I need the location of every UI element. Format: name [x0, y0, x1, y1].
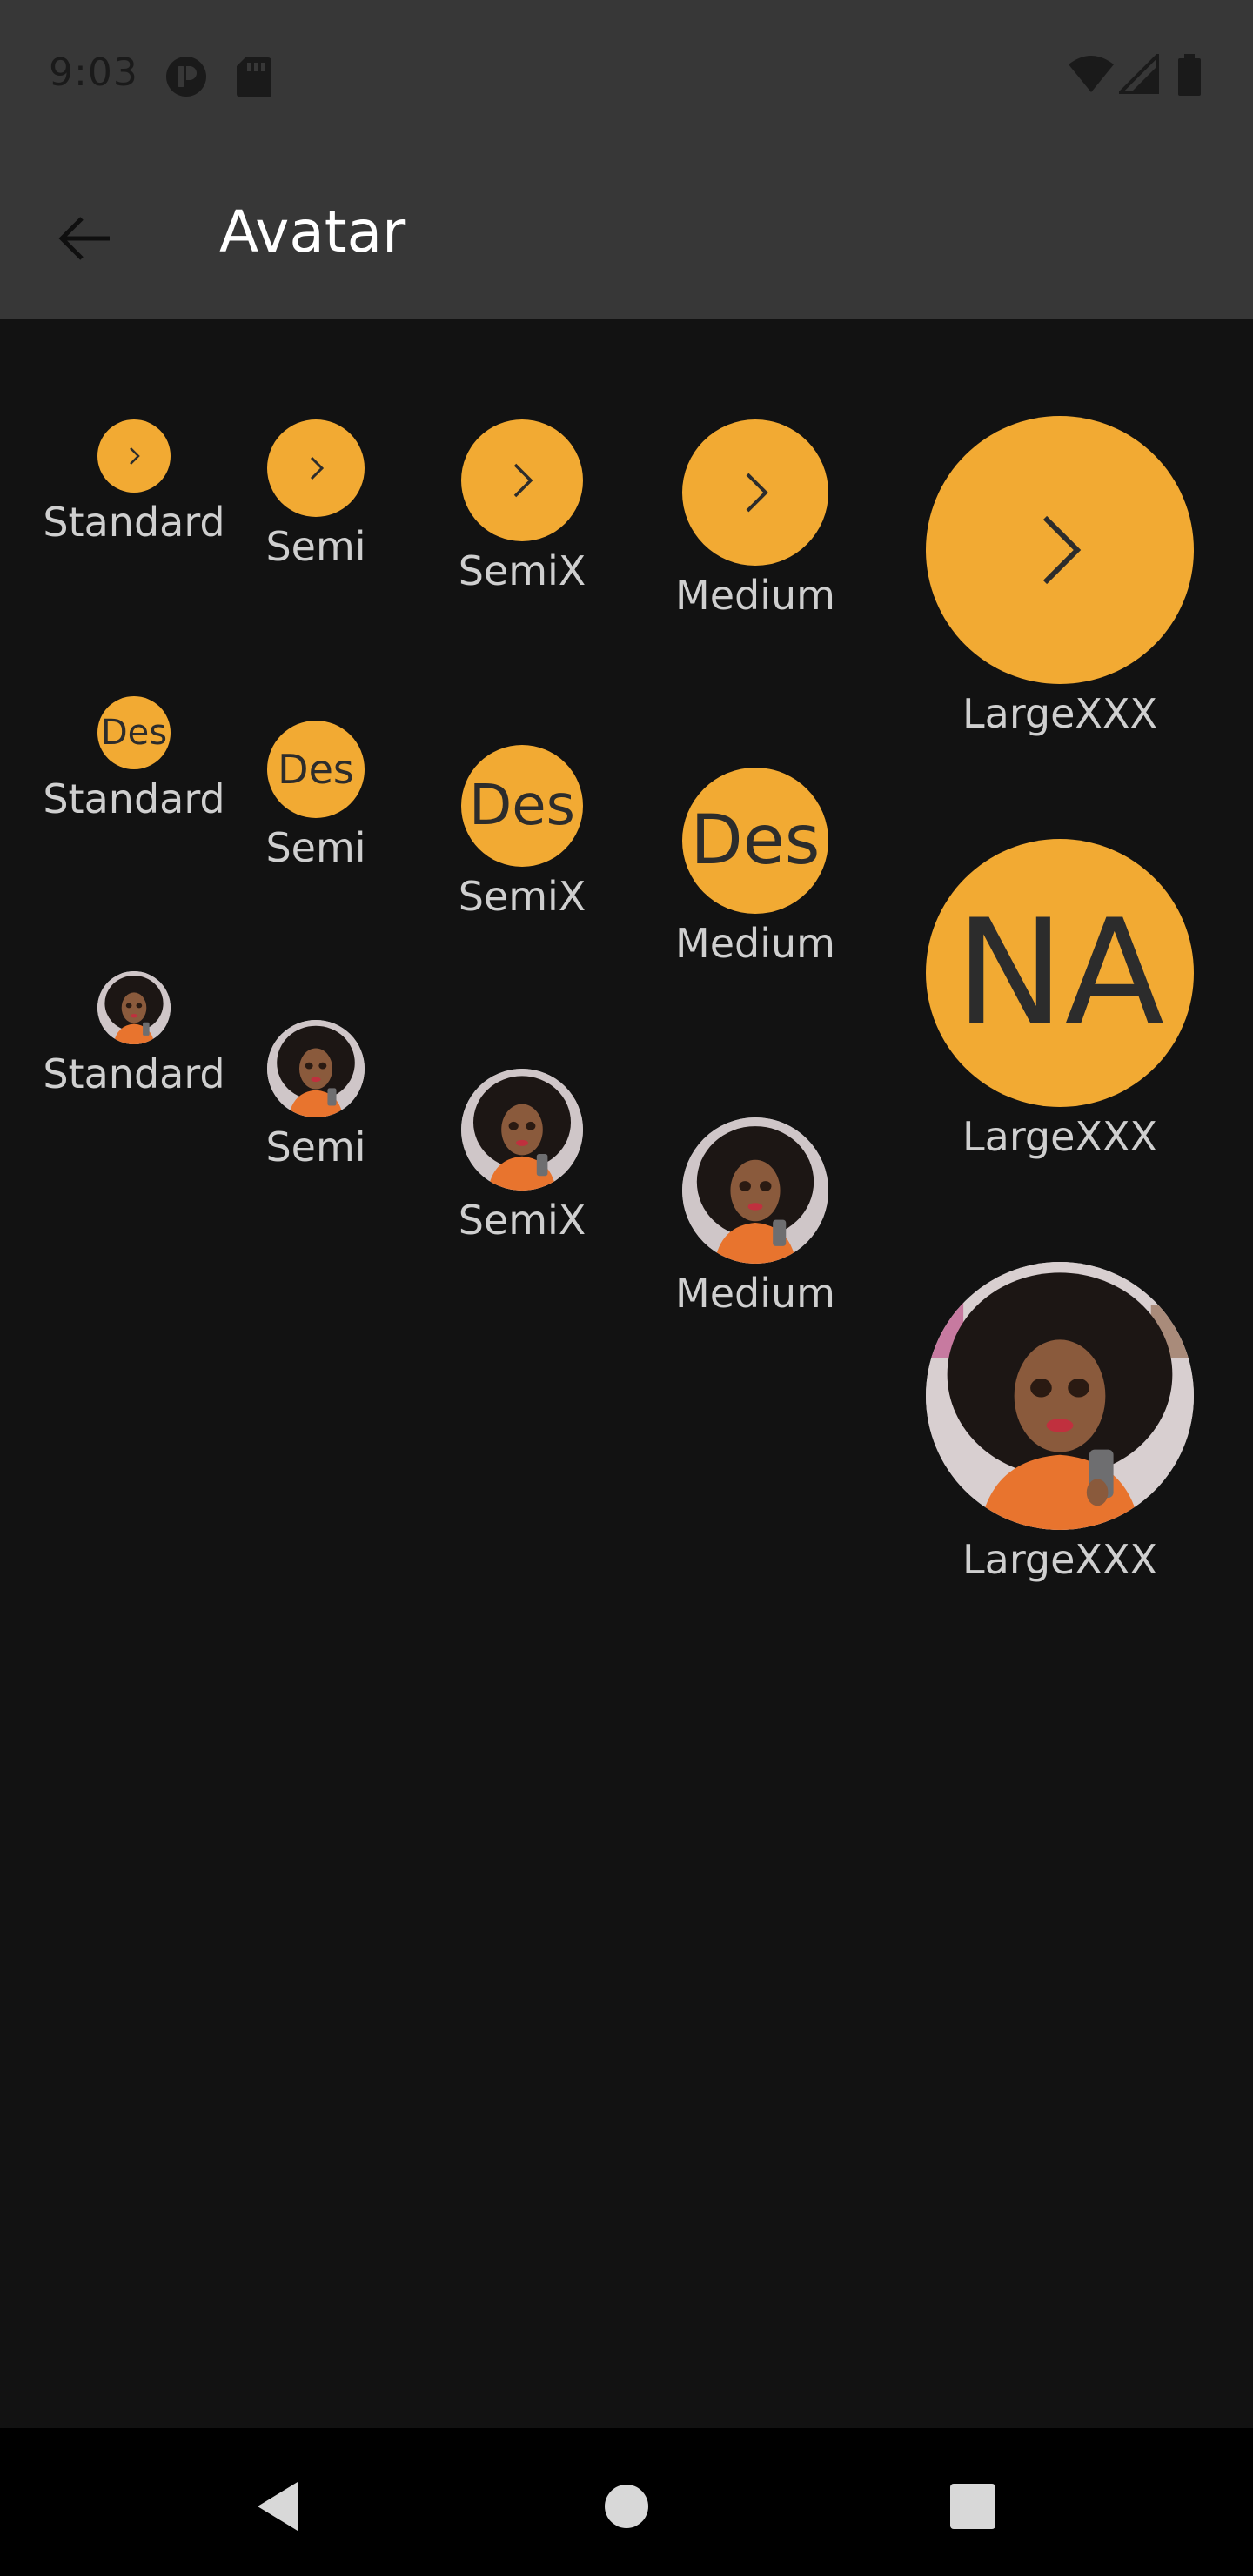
- avatar-size-label: Medium: [675, 920, 835, 967]
- avatar-size-label: LargeXXX: [962, 1536, 1157, 1583]
- avatar-image-standard: Standard: [43, 971, 225, 1097]
- avatar-initials-semi: Des Semi: [255, 721, 377, 870]
- avatar-initials-standard: Des Standard: [43, 696, 225, 822]
- chevron-right-icon: [746, 473, 768, 513]
- avatar-initials: Des: [461, 745, 583, 867]
- avatar-icon-semi: Semi: [255, 419, 377, 569]
- avatar-image-semix: SemiX: [452, 1069, 592, 1243]
- system-nav-bar: [0, 2428, 1253, 2576]
- chevron-right-icon: [513, 463, 533, 498]
- avatar-showcase: Standard Semi SemiX Medium LargeXXX Des …: [0, 319, 1253, 2428]
- wifi-icon: [1067, 54, 1116, 99]
- avatar-photo: [97, 971, 171, 1044]
- avatar-size-label: Medium: [675, 572, 835, 619]
- avatar-photo: [461, 1069, 583, 1191]
- avatar-size-label: Semi: [265, 1124, 366, 1171]
- avatar-circle: [926, 416, 1194, 684]
- avatar-size-label: SemiX: [458, 873, 586, 920]
- avatar-initials: Des: [97, 696, 171, 769]
- nav-recents-button[interactable]: [929, 2463, 1016, 2550]
- avatar-circle: [97, 419, 171, 493]
- cell-signal-icon: [1116, 51, 1159, 99]
- profile-photo-icon: [267, 1020, 365, 1117]
- avatar-icon-standard: Standard: [43, 419, 225, 545]
- avatar-image-semi: Semi: [255, 1020, 377, 1170]
- avatar-size-label: Standard: [43, 775, 225, 822]
- nav-home-button[interactable]: [583, 2463, 670, 2550]
- back-button[interactable]: [38, 191, 132, 285]
- chevron-right-icon: [130, 447, 140, 465]
- nav-home-icon: [605, 2485, 648, 2528]
- avatar-image-largexxx: LargeXXX: [926, 1262, 1194, 1582]
- avatar-size-label: Semi: [265, 824, 366, 871]
- avatar-icon-semix: SemiX: [452, 419, 592, 594]
- avatar-icon-largexxx: LargeXXX: [926, 416, 1194, 736]
- sd-card-icon: [235, 54, 273, 103]
- profile-photo-icon: [926, 1262, 1194, 1530]
- avatar-size-label: Semi: [265, 523, 366, 570]
- nav-back-icon: [258, 2482, 298, 2531]
- avatar-circle: [461, 419, 583, 541]
- avatar-initials-largexxx: NA LargeXXX: [926, 839, 1194, 1159]
- status-bar: 9:03: [0, 0, 1253, 148]
- app-notification-icon: [164, 54, 209, 103]
- arrow-back-icon: [58, 217, 110, 260]
- page-title: Avatar: [219, 198, 406, 265]
- avatar-photo: [682, 1117, 828, 1264]
- nav-recents-icon: [950, 2484, 995, 2529]
- avatar-image-medium: Medium: [668, 1117, 842, 1316]
- profile-photo-icon: [461, 1069, 583, 1191]
- avatar-size-label: Standard: [43, 1050, 225, 1097]
- status-time: 9:03: [49, 50, 138, 95]
- avatar-photo: [267, 1020, 365, 1117]
- avatar-circle: [267, 419, 365, 517]
- nav-back-button[interactable]: [235, 2463, 322, 2550]
- chevron-right-icon: [310, 456, 325, 480]
- avatar-photo: [926, 1262, 1194, 1530]
- avatar-size-label: SemiX: [458, 547, 586, 594]
- avatar-size-label: Standard: [43, 499, 225, 546]
- avatar-size-label: SemiX: [458, 1197, 586, 1244]
- avatar-circle: [682, 419, 828, 566]
- avatar-icon-medium: Medium: [668, 419, 842, 618]
- avatar-size-label: Medium: [675, 1270, 835, 1317]
- profile-photo-icon: [97, 971, 171, 1044]
- app-bar: Avatar: [0, 148, 1253, 319]
- avatar-size-label: LargeXXX: [962, 1113, 1157, 1160]
- avatar-initials: NA: [926, 839, 1194, 1107]
- profile-photo-icon: [682, 1117, 828, 1264]
- avatar-size-label: LargeXXX: [962, 690, 1157, 737]
- chevron-right-icon: [1042, 515, 1082, 585]
- avatar-initials: Des: [267, 721, 365, 818]
- avatar-initials: Des: [682, 768, 828, 914]
- battery-icon: [1176, 54, 1203, 101]
- avatar-initials-semix: Des SemiX: [452, 745, 592, 919]
- avatar-initials-medium: Des Medium: [668, 768, 842, 966]
